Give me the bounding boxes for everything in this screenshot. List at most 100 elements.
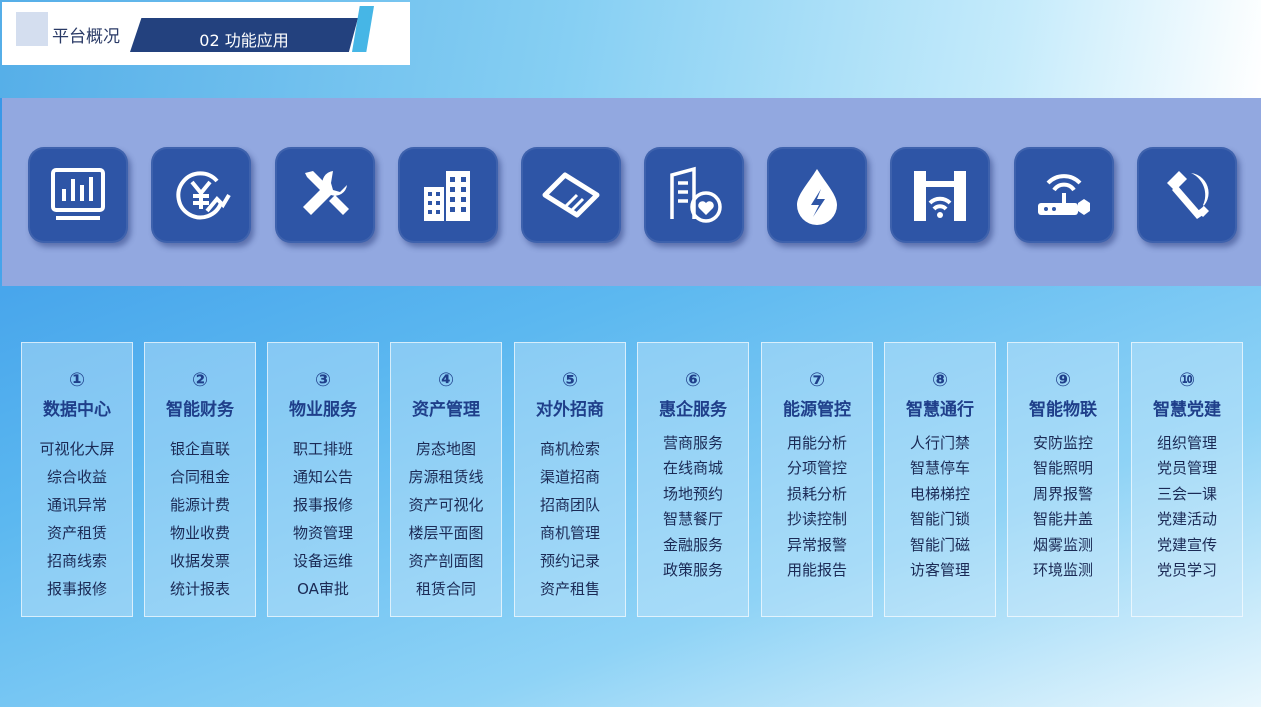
card-item[interactable]: 党建宣传 [1132, 533, 1242, 558]
card-title: 数据中心 [43, 400, 111, 420]
section-label[interactable]: 平台概况 [52, 22, 120, 47]
card-item[interactable]: 三会一课 [1132, 482, 1242, 507]
current-tab[interactable]: 02 功能应用 [130, 18, 358, 52]
card-2[interactable]: ② 智能财务 银企直联 合同租金 能源计费 物业收费 收据发票 统计报表 [144, 342, 256, 617]
card-item[interactable]: 智慧停车 [885, 456, 995, 481]
office-heart-icon [670, 166, 722, 223]
card-item[interactable]: 收据发票 [145, 547, 255, 575]
card-number: ⑧ [931, 369, 949, 391]
card-item[interactable]: 营商服务 [638, 431, 748, 456]
card-item[interactable]: 物资管理 [268, 519, 378, 547]
tile-access[interactable] [890, 147, 990, 243]
card-item[interactable]: 招商线索 [22, 547, 132, 575]
card-item[interactable]: 安防监控 [1008, 431, 1118, 456]
card-item[interactable]: 在线商城 [638, 456, 748, 481]
card-item[interactable]: OA审批 [268, 575, 378, 603]
card-item[interactable]: 设备运维 [268, 547, 378, 575]
card-item[interactable]: 楼层平面图 [391, 519, 501, 547]
card-item[interactable]: 用能报告 [762, 558, 872, 583]
card-item[interactable]: 资产租赁 [22, 519, 132, 547]
card-item[interactable]: 异常报警 [762, 533, 872, 558]
card-item[interactable]: 党员学习 [1132, 558, 1242, 583]
card-number: ⑤ [561, 369, 579, 391]
card-item[interactable]: 房源租赁线 [391, 463, 501, 491]
card-item[interactable]: 资产可视化 [391, 491, 501, 519]
card-item-list: 营商服务 在线商城 场地预约 智慧餐厅 金融服务 政策服务 [638, 431, 748, 583]
card-item[interactable]: 场地预约 [638, 482, 748, 507]
card-item-list: 安防监控 智能照明 周界报警 智能井盖 烟雾监测 环境监测 [1008, 431, 1118, 583]
card-item[interactable]: 人行门禁 [885, 431, 995, 456]
card-item[interactable]: 预约记录 [515, 547, 625, 575]
card-8[interactable]: ⑧ 智慧通行 人行门禁 智慧停车 电梯梯控 智能门锁 智能门磁 访客管理 [884, 342, 996, 617]
tile-finance[interactable] [151, 147, 251, 243]
card-item[interactable]: 智能照明 [1008, 456, 1118, 481]
card-item[interactable]: 烟雾监测 [1008, 533, 1118, 558]
card-item[interactable]: 访客管理 [885, 558, 995, 583]
card-3[interactable]: ③ 物业服务 职工排班 通知公告 报事报修 物资管理 设备运维 OA审批 [267, 342, 379, 617]
card-item[interactable]: 统计报表 [145, 575, 255, 603]
card-item[interactable]: 报事报修 [268, 491, 378, 519]
card-1[interactable]: ① 数据中心 可视化大屏 综合收益 通讯异常 资产租赁 招商线索 报事报修 [21, 342, 133, 617]
card-item[interactable]: 资产租售 [515, 575, 625, 603]
card-9[interactable]: ⑨ 智能物联 安防监控 智能照明 周界报警 智能井盖 烟雾监测 环境监测 [1007, 342, 1119, 617]
current-tab-label: 02 功能应用 [199, 31, 289, 50]
card-number: ⑩ [1178, 369, 1196, 391]
card-item[interactable]: 职工排班 [268, 435, 378, 463]
card-item-list: 商机检索 渠道招商 招商团队 商机管理 预约记录 资产租售 [515, 435, 625, 603]
card-5[interactable]: ⑤ 对外招商 商机检索 渠道招商 招商团队 商机管理 预约记录 资产租售 [514, 342, 626, 617]
card-item[interactable]: 党建活动 [1132, 507, 1242, 532]
card-item[interactable]: 周界报警 [1008, 482, 1118, 507]
card-6[interactable]: ⑥ 惠企服务 营商服务 在线商城 场地预约 智慧餐厅 金融服务 政策服务 [637, 342, 749, 617]
card-item[interactable]: 分项管控 [762, 456, 872, 481]
card-item[interactable]: 电梯梯控 [885, 482, 995, 507]
card-item[interactable]: 党员管理 [1132, 456, 1242, 481]
card-item-list: 职工排班 通知公告 报事报修 物资管理 设备运维 OA审批 [268, 435, 378, 603]
card-item[interactable]: 智能井盖 [1008, 507, 1118, 532]
card-item[interactable]: 抄读控制 [762, 507, 872, 532]
card-item[interactable]: 租赁合同 [391, 575, 501, 603]
header-accent-stripe [352, 6, 374, 52]
tile-enterprise-service[interactable] [644, 147, 744, 243]
card-10[interactable]: ⑩ 智慧党建 组织管理 党员管理 三会一课 党建活动 党建宣传 党员学习 [1131, 342, 1243, 617]
card-7[interactable]: ⑦ 能源管控 用能分析 分项管控 损耗分析 抄读控制 异常报警 用能报告 [761, 342, 873, 617]
buildings-icon [424, 171, 470, 221]
card-4[interactable]: ④ 资产管理 房态地图 房源租赁线 资产可视化 楼层平面图 资产剖面图 租赁合同 [390, 342, 502, 617]
card-item[interactable]: 环境监测 [1008, 558, 1118, 583]
card-item[interactable]: 报事报修 [22, 575, 132, 603]
card-item-list: 可视化大屏 综合收益 通讯异常 资产租赁 招商线索 报事报修 [22, 435, 132, 603]
router-iot-icon [1038, 174, 1090, 215]
card-item-list: 用能分析 分项管控 损耗分析 抄读控制 异常报警 用能报告 [762, 431, 872, 583]
card-item[interactable]: 用能分析 [762, 431, 872, 456]
card-item[interactable]: 通知公告 [268, 463, 378, 491]
card-item[interactable]: 银企直联 [145, 435, 255, 463]
card-item[interactable]: 智能门磁 [885, 533, 995, 558]
card-item[interactable]: 合同租金 [145, 463, 255, 491]
tile-iot[interactable] [1014, 147, 1114, 243]
card-item[interactable]: 可视化大屏 [22, 435, 132, 463]
card-item-list: 组织管理 党员管理 三会一课 党建活动 党建宣传 党员学习 [1132, 431, 1242, 583]
card-item[interactable]: 商机管理 [515, 519, 625, 547]
header-panel: 平台概况 02 功能应用 [2, 2, 410, 65]
tile-investment[interactable] [521, 147, 621, 243]
card-number: ① [68, 369, 86, 391]
card-item[interactable]: 智慧餐厅 [638, 507, 748, 532]
tile-energy[interactable] [767, 147, 867, 243]
card-item[interactable]: 资产剖面图 [391, 547, 501, 575]
card-item[interactable]: 政策服务 [638, 558, 748, 583]
card-item[interactable]: 渠道招商 [515, 463, 625, 491]
card-item[interactable]: 通讯异常 [22, 491, 132, 519]
tile-data-center[interactable] [28, 147, 128, 243]
card-item[interactable]: 组织管理 [1132, 431, 1242, 456]
card-item[interactable]: 物业收费 [145, 519, 255, 547]
card-item[interactable]: 金融服务 [638, 533, 748, 558]
card-item[interactable]: 损耗分析 [762, 482, 872, 507]
tile-assets[interactable] [398, 147, 498, 243]
tile-property[interactable] [275, 147, 375, 243]
tile-party[interactable] [1137, 147, 1237, 243]
card-item[interactable]: 房态地图 [391, 435, 501, 463]
card-item[interactable]: 智能门锁 [885, 507, 995, 532]
card-item[interactable]: 招商团队 [515, 491, 625, 519]
card-item[interactable]: 商机检索 [515, 435, 625, 463]
card-item[interactable]: 综合收益 [22, 463, 132, 491]
card-item[interactable]: 能源计费 [145, 491, 255, 519]
